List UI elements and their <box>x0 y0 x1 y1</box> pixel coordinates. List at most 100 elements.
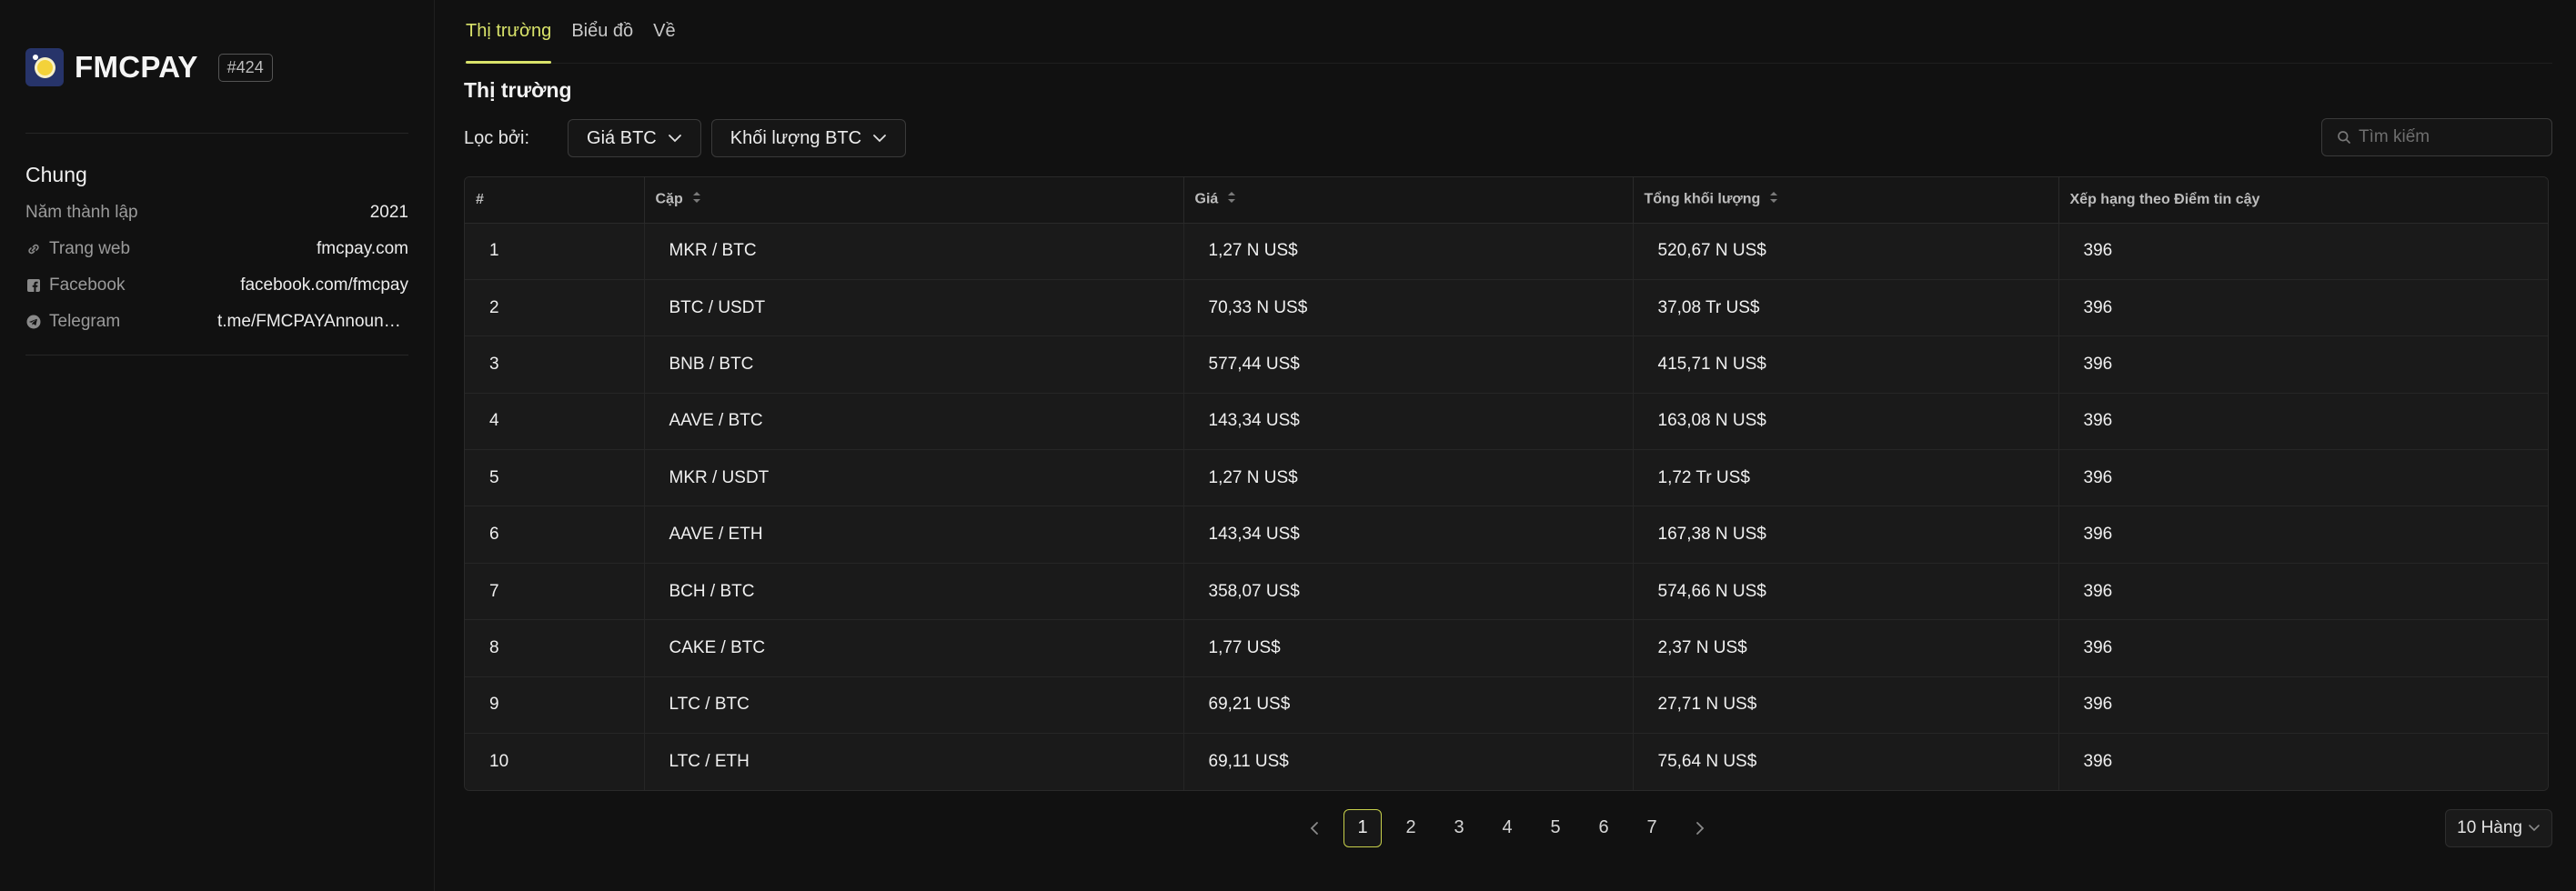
rank-badge: #424 <box>217 53 273 82</box>
cell-trust-rank: 396 <box>2058 335 2548 394</box>
cell-pair[interactable]: LTC / ETH <box>644 733 1184 790</box>
page-button-3[interactable]: 3 <box>1440 809 1478 847</box>
table-header-row: # Cặp Giá Tổng khối lượng Xếp hạng theo … <box>465 177 2548 224</box>
cell-volume: 37,08 Tr US$ <box>1633 279 2059 337</box>
cell-price: 70,33 N US$ <box>1183 279 1634 337</box>
cell-index: 7 <box>465 563 645 621</box>
table-row[interactable]: 5 MKR / USDT 1,27 N US$ 1,72 Tr US$ 396 <box>465 449 2548 507</box>
col-header-label: Cặp <box>655 191 683 207</box>
col-header-label: Giá <box>1194 191 1219 207</box>
table-row[interactable]: 3 BNB / BTC 577,44 US$ 415,71 N US$ 396 <box>465 335 2548 394</box>
cell-pair[interactable]: AAVE / ETH <box>644 506 1184 564</box>
table-row[interactable]: 2 BTC / USDT 70,33 N US$ 37,08 Tr US$ 396 <box>465 279 2548 337</box>
col-header-label: # <box>476 191 484 207</box>
cell-pair[interactable]: AAVE / BTC <box>644 393 1184 451</box>
cell-price: 69,11 US$ <box>1183 733 1634 790</box>
cell-trust-rank: 396 <box>2058 563 2548 621</box>
page-button-6[interactable]: 6 <box>1585 809 1623 847</box>
cell-volume: 415,71 N US$ <box>1633 335 2059 394</box>
cell-volume: 520,67 N US$ <box>1633 223 2059 280</box>
prev-page-button[interactable] <box>1295 809 1333 847</box>
cell-trust-rank: 396 <box>2058 449 2548 507</box>
info-row-website: Trang web fmcpay.com <box>25 231 408 267</box>
col-header-trust-rank: Xếp hạng theo Điểm tin cậy <box>2058 177 2548 224</box>
table-row[interactable]: 6 AAVE / ETH 143,34 US$ 167,38 N US$ 396 <box>465 506 2548 564</box>
search-box[interactable] <box>2321 118 2552 156</box>
col-header-pair[interactable]: Cặp <box>644 177 1184 224</box>
cell-index: 2 <box>465 279 645 337</box>
cell-pair[interactable]: MKR / USDT <box>644 449 1184 507</box>
table-row[interactable]: 9 LTC / BTC 69,21 US$ 27,71 N US$ 396 <box>465 676 2548 735</box>
cell-pair[interactable]: MKR / BTC <box>644 223 1184 280</box>
cell-trust-rank: 396 <box>2058 506 2548 564</box>
table-row[interactable]: 4 AAVE / BTC 143,34 US$ 163,08 N US$ 396 <box>465 393 2548 451</box>
next-page-button[interactable] <box>1681 809 1719 847</box>
cell-pair[interactable]: CAKE / BTC <box>644 619 1184 677</box>
cell-index: 4 <box>465 393 645 451</box>
sidebar: FMCPAY #424 Chung Năm thành lập 2021 Tra… <box>0 0 435 891</box>
page-button-2[interactable]: 2 <box>1392 809 1430 847</box>
table-row[interactable]: 7 BCH / BTC 358,07 US$ 574,66 N US$ 396 <box>465 563 2548 621</box>
tab-about[interactable]: Về <box>653 0 675 64</box>
info-label-text: Trang web <box>49 239 131 258</box>
sort-icon[interactable] <box>1769 190 1778 209</box>
sidebar-divider <box>25 133 408 134</box>
telegram-icon <box>25 314 42 330</box>
sort-icon[interactable] <box>692 190 701 209</box>
telegram-link[interactable]: t.me/FMCPAYAnnouncement <box>217 312 408 332</box>
page-button-5[interactable]: 5 <box>1536 809 1575 847</box>
pagination-bar: 1 2 3 4 5 6 7 10 Hàng <box>464 791 2552 867</box>
exchange-logo <box>25 48 64 86</box>
filter-btc-volume-dropdown[interactable]: Khối lượng BTC <box>710 119 907 157</box>
col-header-volume[interactable]: Tổng khối lượng <box>1633 177 2059 224</box>
search-icon <box>2338 131 2350 144</box>
tab-bar: Thị trường Biểu đồ Về <box>464 0 2552 64</box>
cell-volume: 574,66 N US$ <box>1633 563 2059 621</box>
cell-index: 6 <box>465 506 645 564</box>
cell-price: 1,27 N US$ <box>1183 223 1634 280</box>
cell-trust-rank: 396 <box>2058 223 2548 280</box>
cell-pair[interactable]: BNB / BTC <box>644 335 1184 394</box>
col-header-price[interactable]: Giá <box>1183 177 1634 224</box>
cell-index: 1 <box>465 223 645 280</box>
cell-volume: 27,71 N US$ <box>1633 676 2059 735</box>
pagination: 1 2 3 4 5 6 7 <box>1295 808 1729 847</box>
chevron-left-icon <box>1310 822 1318 835</box>
cell-volume: 1,72 Tr US$ <box>1633 449 2059 507</box>
tab-charts[interactable]: Biểu đồ <box>571 0 633 64</box>
main-content: Thị trường Biểu đồ Về Thị trường Lọc bởi… <box>435 0 2576 891</box>
dropdown-label: Giá BTC <box>587 127 657 148</box>
tab-markets[interactable]: Thị trường <box>466 0 552 64</box>
table-row[interactable]: 8 CAKE / BTC 1,77 US$ 2,37 N US$ 396 <box>465 619 2548 677</box>
search-input[interactable] <box>2359 127 2541 147</box>
cell-trust-rank: 396 <box>2058 733 2548 790</box>
filter-bar: Lọc bởi: Giá BTC Khối lượng BTC <box>464 118 2552 158</box>
page-button-7[interactable]: 7 <box>1633 809 1671 847</box>
page-button-4[interactable]: 4 <box>1488 809 1526 847</box>
table-row[interactable]: 1 MKR / BTC 1,27 N US$ 520,67 N US$ 396 <box>465 223 2548 280</box>
table-row[interactable]: 10 LTC / ETH 69,11 US$ 75,64 N US$ 396 <box>465 733 2548 790</box>
page-button-1[interactable]: 1 <box>1343 808 1382 847</box>
cell-pair[interactable]: BTC / USDT <box>644 279 1184 337</box>
info-label-text: Facebook <box>49 275 126 295</box>
info-label-facebook: Facebook <box>25 275 125 295</box>
filter-label: Lọc bởi: <box>464 127 530 148</box>
cell-pair[interactable]: BCH / BTC <box>644 563 1184 621</box>
website-link[interactable]: fmcpay.com <box>317 239 408 259</box>
cell-volume: 163,08 N US$ <box>1633 393 2059 451</box>
info-label-text: Telegram <box>49 312 121 331</box>
sort-icon[interactable] <box>1227 190 1236 209</box>
rows-per-page-select[interactable]: 10 Hàng <box>2445 808 2552 847</box>
page-title: Thị trường <box>464 78 572 102</box>
cell-trust-rank: 396 <box>2058 279 2548 337</box>
cell-index: 8 <box>465 619 645 677</box>
cell-index: 3 <box>465 335 645 394</box>
filter-btc-price-dropdown[interactable]: Giá BTC <box>568 119 701 157</box>
facebook-link[interactable]: facebook.com/fmcpay <box>240 275 408 295</box>
cell-trust-rank: 396 <box>2058 619 2548 677</box>
col-header-label: Tổng khối lượng <box>1644 191 1761 207</box>
cell-pair[interactable]: LTC / BTC <box>644 676 1184 735</box>
markets-table: # Cặp Giá Tổng khối lượng Xếp hạng theo … <box>464 176 2549 791</box>
info-row-founded: Năm thành lập 2021 <box>25 195 408 231</box>
cell-price: 1,77 US$ <box>1183 619 1634 677</box>
